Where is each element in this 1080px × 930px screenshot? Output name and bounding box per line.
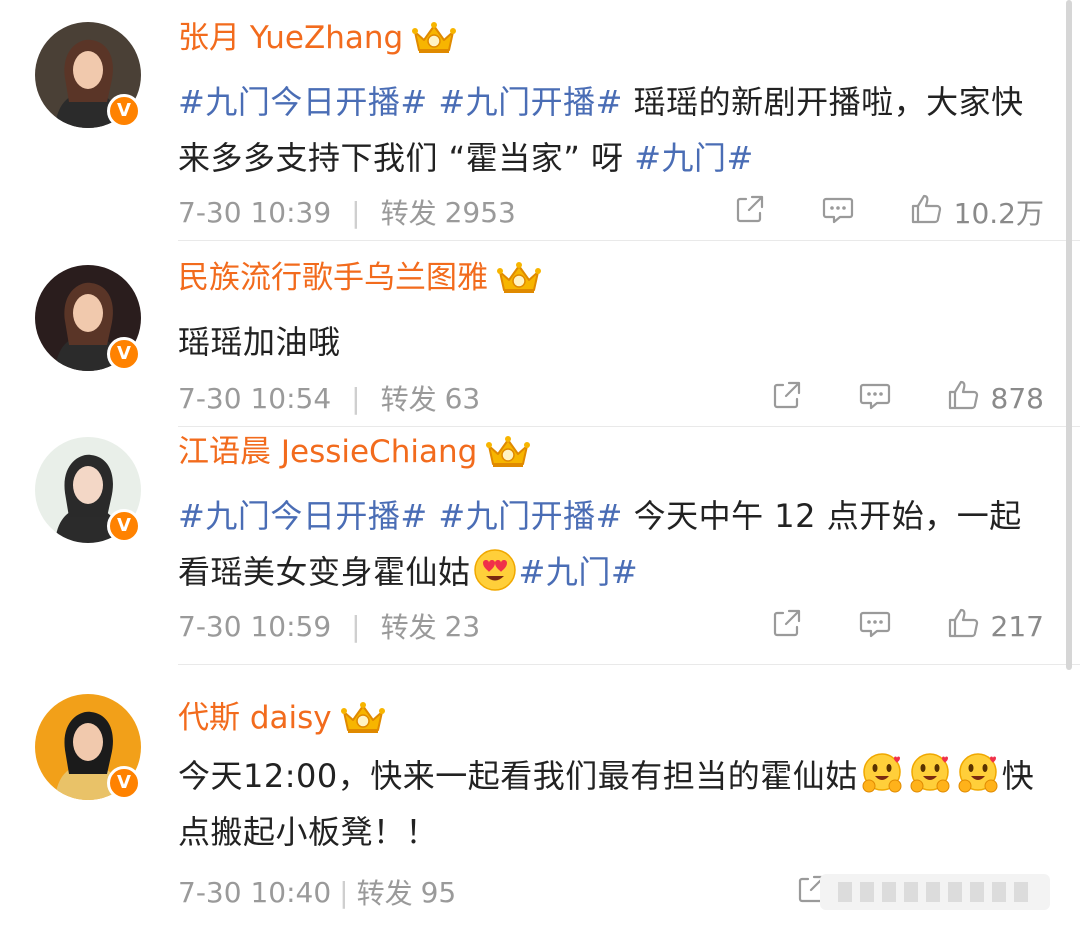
meta-separator: | [351, 195, 361, 229]
comment-icon[interactable] [857, 605, 893, 648]
share-icon[interactable] [732, 191, 768, 234]
username[interactable]: 民族流行歌手乌兰图雅 [178, 258, 488, 298]
post-meta: 7-30 10:40 | 转发 95 [178, 872, 456, 912]
like-count: 10.2万 [953, 197, 1044, 230]
hug-emoji-icon [908, 752, 952, 796]
repost-label: 转发 [356, 877, 413, 910]
verified-letter: V [117, 100, 131, 121]
verified-letter: V [117, 515, 131, 536]
post-text-segment: 瑶瑶加油哦 [178, 323, 341, 361]
meta-separator: | [351, 381, 361, 415]
like-count: 217 [990, 609, 1044, 643]
repost-count: 63 [444, 381, 481, 415]
repost-label: 转发 [380, 383, 437, 416]
post-text: #九门今日开播# #九门开播# 今天中午 12 点开始，一起看瑶美女变身霍仙姑 #… [178, 488, 1050, 600]
meta-separator: | [351, 609, 361, 643]
verified-badge-icon: V [107, 337, 141, 371]
timestamp: 7-30 10:40 [178, 875, 332, 909]
post-actions: 10.2万 [732, 192, 1044, 232]
meta-separator: | [339, 875, 349, 909]
divider [178, 240, 1080, 241]
post-meta: 7-30 10:59 | 转发 23 [178, 606, 480, 646]
watermark-blur [820, 874, 1050, 910]
like-count: 878 [990, 381, 1044, 415]
repost-count: 95 [420, 875, 457, 909]
repost-label: 转发 [380, 197, 437, 230]
repost-count: 2953 [444, 195, 516, 229]
username-row: 代斯 daisy [178, 698, 386, 738]
username[interactable]: 江语晨 JessieChiang [178, 432, 477, 472]
share-icon[interactable] [769, 377, 805, 420]
scrollbar[interactable] [1066, 0, 1072, 670]
crown-icon [340, 700, 386, 736]
post-text-segment: 今天12:00，快来一起看我们最有担当的霍仙姑 [178, 757, 858, 795]
crown-icon [411, 20, 457, 56]
timestamp: 7-30 10:54 [178, 381, 332, 415]
username-row: 张月 YueZhang [178, 18, 457, 58]
username[interactable]: 代斯 daisy [178, 698, 332, 738]
comment-icon[interactable] [820, 191, 856, 234]
post-text-segment [428, 83, 439, 121]
username-row: 江语晨 JessieChiang [178, 432, 531, 472]
hashtag-link[interactable]: #九门# [519, 553, 639, 591]
verified-letter: V [117, 772, 131, 793]
comment-icon[interactable] [857, 377, 893, 420]
verified-letter: V [117, 343, 131, 364]
username[interactable]: 张月 YueZhang [178, 18, 403, 58]
hashtag-link[interactable]: #九门今日开播# [178, 497, 428, 535]
verified-badge-icon: V [107, 509, 141, 543]
hug-emoji-icon [860, 752, 904, 796]
post-text: 瑶瑶加油哦 [178, 314, 1050, 370]
timestamp: 7-30 10:39 [178, 195, 332, 229]
like-icon[interactable] [945, 605, 981, 648]
verified-badge-icon: V [107, 766, 141, 800]
hashtag-link[interactable]: #九门开播# [438, 497, 623, 535]
post-text: #九门今日开播# #九门开播# 瑶瑶的新剧开播啦，大家快来多多支持下我们 “霍当… [178, 74, 1050, 186]
like-icon[interactable] [908, 191, 944, 234]
post-text-segment [428, 497, 439, 535]
crown-icon [496, 260, 542, 296]
heart-eyes-emoji-icon [473, 548, 517, 592]
hashtag-link[interactable]: #九门今日开播# [178, 83, 428, 121]
timestamp: 7-30 10:59 [178, 609, 332, 643]
hug-emoji-icon [956, 752, 1000, 796]
post-actions: 217 [769, 606, 1044, 646]
post-meta: 7-30 10:39 | 转发 2953 [178, 192, 516, 232]
username-row: 民族流行歌手乌兰图雅 [178, 258, 542, 298]
like-icon[interactable] [945, 377, 981, 420]
divider [178, 664, 1080, 665]
repost-count: 23 [444, 609, 481, 643]
repost-label: 转发 [380, 611, 437, 644]
post-text: 今天12:00，快来一起看我们最有担当的霍仙姑 快点搬起小板凳！！ [178, 748, 1050, 860]
crown-icon [485, 434, 531, 470]
divider [178, 426, 1080, 427]
share-icon[interactable] [769, 605, 805, 648]
post-actions: 878 [769, 378, 1044, 418]
post-meta: 7-30 10:54 | 转发 63 [178, 378, 480, 418]
hashtag-link[interactable]: #九门开播# [438, 83, 623, 121]
verified-badge-icon: V [107, 94, 141, 128]
hashtag-link[interactable]: #九门# [634, 139, 754, 177]
